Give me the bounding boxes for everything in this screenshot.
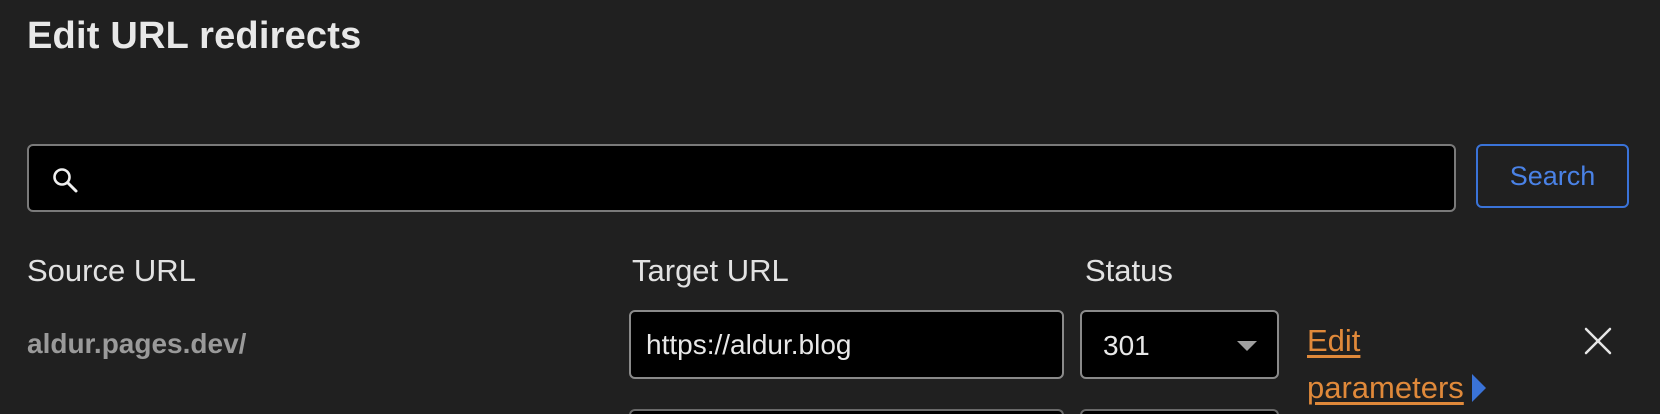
chevron-down-icon — [1237, 341, 1257, 351]
search-box[interactable] — [27, 144, 1456, 212]
edit-link-line2: parameters — [1307, 370, 1464, 405]
column-header-status: Status — [1085, 253, 1173, 288]
column-header-source-url: Source URL — [27, 253, 196, 288]
source-url-text: aldur.pages.dev/ — [27, 328, 247, 359]
page-title: Edit URL redirects — [27, 15, 362, 57]
search-icon — [51, 166, 79, 194]
edit-link-line1: Edit — [1307, 323, 1361, 358]
edit-parameters-link[interactable]: Edit parameters — [1307, 317, 1486, 411]
column-header-target-url: Target URL — [632, 253, 789, 288]
edit-url-redirects-page: Edit URL redirects Search Source URL Tar… — [0, 0, 1660, 414]
next-row-status-select[interactable] — [1080, 409, 1279, 414]
search-button[interactable]: Search — [1476, 144, 1629, 208]
search-input[interactable] — [95, 146, 1444, 212]
next-row-target-field[interactable] — [629, 409, 1064, 414]
remove-redirect-button[interactable] — [1583, 326, 1613, 356]
target-url-field[interactable] — [629, 310, 1064, 379]
close-icon — [1584, 327, 1612, 355]
status-select[interactable]: 301 — [1080, 310, 1279, 379]
status-select-value: 301 — [1103, 330, 1150, 361]
caret-right-icon — [1471, 373, 1486, 402]
